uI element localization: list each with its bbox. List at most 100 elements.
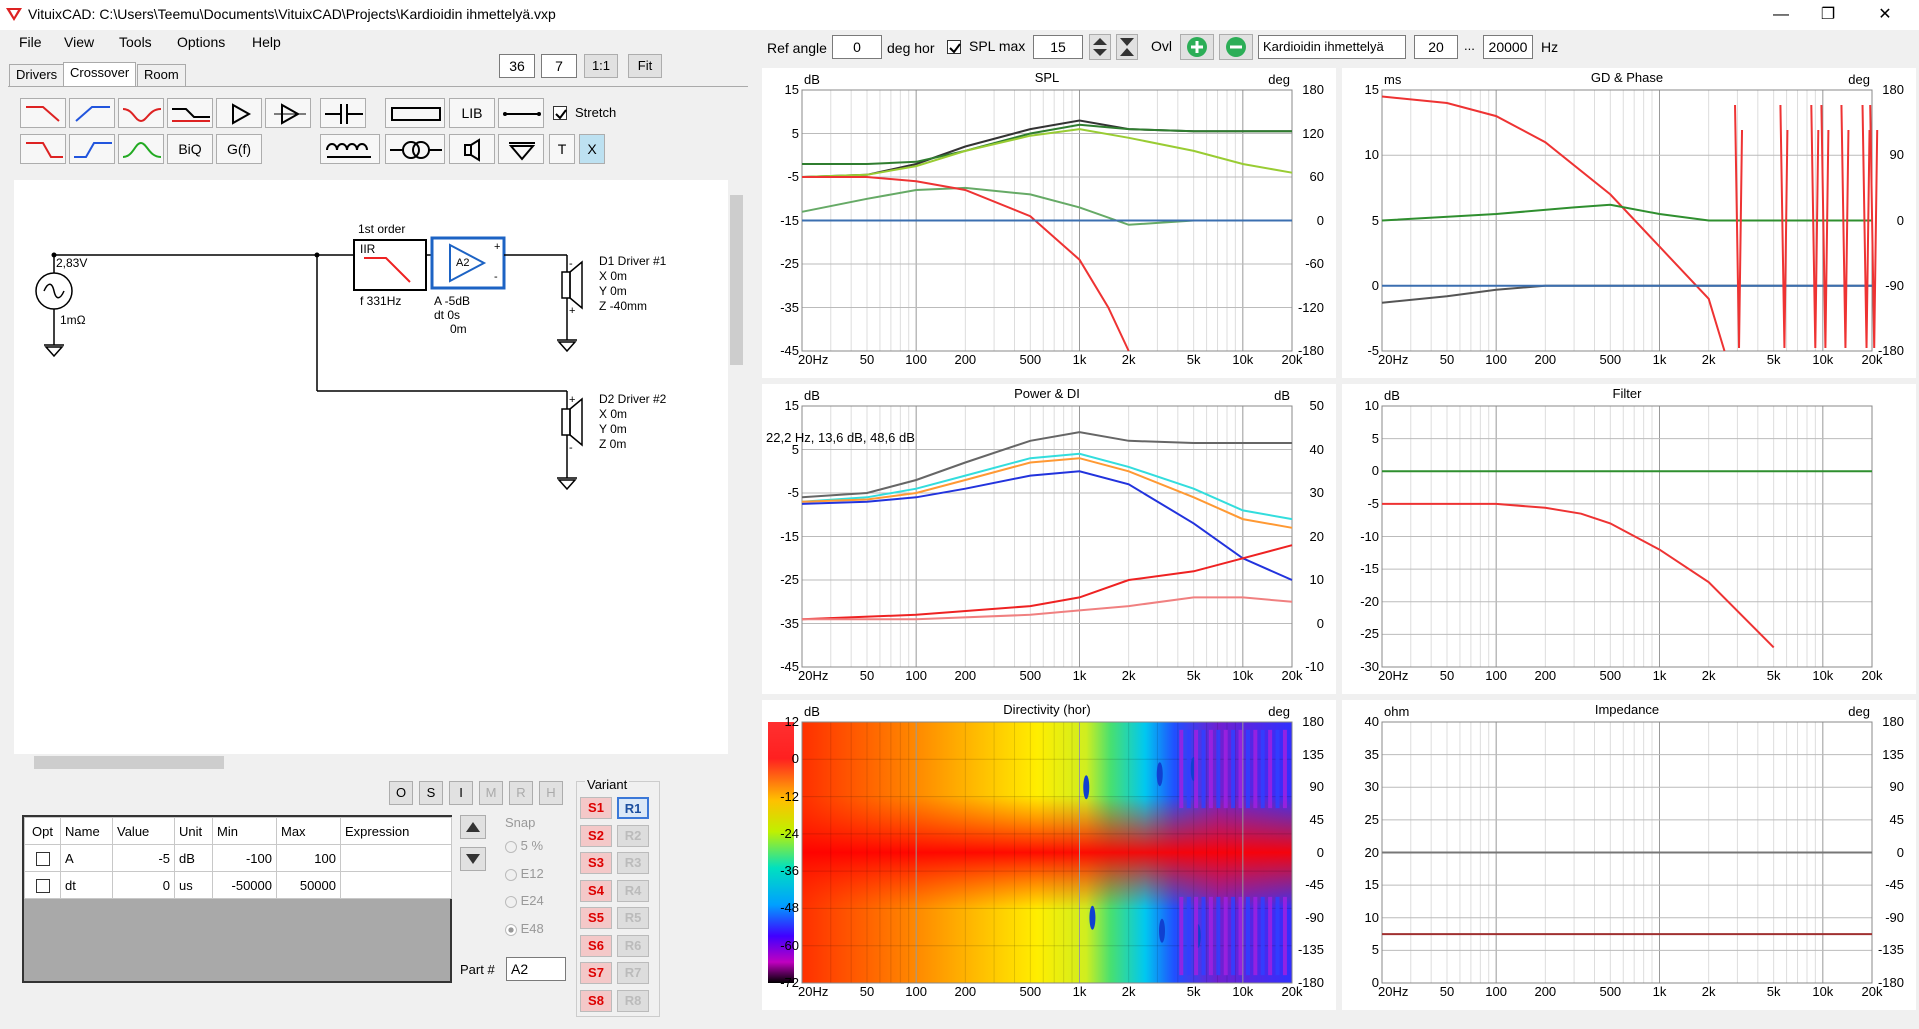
- bandpass-green-tool[interactable]: [118, 134, 164, 164]
- move-down-button[interactable]: [460, 847, 486, 871]
- remove-overlay-button[interactable]: [1219, 34, 1253, 60]
- stretch-checkbox[interactable]: [553, 106, 567, 120]
- variant-s1[interactable]: S1: [580, 797, 612, 819]
- h-button[interactable]: H: [539, 781, 563, 805]
- value-cell[interactable]: 0: [112, 871, 175, 899]
- directivity-graph[interactable]: Directivity (hor) dB deg 12 0 -12 -24 -36 -48 -60…: [762, 700, 1336, 1010]
- variant-s6[interactable]: S6: [580, 934, 612, 957]
- zoom-value-2[interactable]: 7: [541, 54, 577, 78]
- variant-r8[interactable]: R8: [617, 989, 649, 1012]
- transfer-function-tool[interactable]: G(f): [216, 134, 262, 164]
- biquad-tool[interactable]: BiQ: [167, 134, 213, 164]
- max-cell[interactable]: 50000: [276, 871, 341, 899]
- vertical-scroll-thumb[interactable]: [730, 195, 743, 365]
- variant-r4[interactable]: R4: [617, 879, 649, 902]
- variant-r5[interactable]: R5: [617, 907, 649, 929]
- minimize-button[interactable]: —: [1758, 0, 1804, 30]
- transformer-tool[interactable]: [385, 134, 445, 164]
- driver-tool[interactable]: [449, 134, 495, 164]
- i-button[interactable]: I: [449, 781, 473, 805]
- snap-option-e12[interactable]: E12: [505, 866, 544, 881]
- max-cell[interactable]: 100: [276, 844, 341, 872]
- min-cell[interactable]: -100: [212, 844, 277, 872]
- variant-s7[interactable]: S7: [580, 962, 612, 984]
- spl-max-input[interactable]: 15: [1033, 35, 1083, 59]
- variant-r6[interactable]: R6: [617, 934, 649, 957]
- gd-phase-graph[interactable]: GD & Phase ms deg 15 10 5 0 -5 180 90 0 -90 -180 20Hz…: [1342, 68, 1916, 378]
- value-cell[interactable]: -5: [112, 844, 175, 872]
- delete-tool[interactable]: X: [579, 134, 605, 164]
- spl-graph[interactable]: SPL dB deg 15 5 -5 -15 -25 -35 -45 180 120 60 0 -60 -12…: [762, 68, 1336, 378]
- horizontal-scrollbar[interactable]: [14, 754, 728, 771]
- tab-room[interactable]: Room: [137, 64, 186, 86]
- text-tool[interactable]: T: [549, 134, 575, 164]
- buffer-tool[interactable]: [265, 98, 311, 128]
- overlay-name-input[interactable]: Kardioidin ihmettelyä: [1258, 35, 1406, 59]
- one-to-one-button[interactable]: 1:1: [584, 54, 618, 78]
- add-overlay-button[interactable]: [1180, 34, 1214, 60]
- close-button[interactable]: ✕: [1862, 0, 1908, 30]
- variant-s8[interactable]: S8: [580, 989, 612, 1012]
- power-di-graph[interactable]: Power & DI dB dB 15 5 -5 -15 -25 -35 -45 50 40 30 20 1…: [762, 384, 1336, 694]
- o-button[interactable]: O: [389, 781, 413, 805]
- opt-checkbox[interactable]: [35, 878, 50, 893]
- tab-drivers[interactable]: Drivers: [9, 64, 65, 86]
- menu-file[interactable]: File: [19, 34, 42, 50]
- freq-min-input[interactable]: 20: [1414, 35, 1458, 59]
- snap-option-5[interactable]: 5 %: [505, 838, 543, 853]
- expression-cell[interactable]: [340, 871, 452, 899]
- opt-checkbox[interactable]: [35, 851, 50, 866]
- table-row[interactable]: dt 0 us -50000 50000: [24, 871, 452, 899]
- capacitor-tool[interactable]: [320, 98, 366, 128]
- resistor-tool[interactable]: [385, 98, 445, 128]
- filter-graph[interactable]: Filter dB 10 5 0 -5 -10 -15 -20 -25 -30 20Hz 50 100 20…: [1342, 384, 1916, 694]
- snap-option-e24[interactable]: E24: [505, 893, 544, 908]
- expression-cell[interactable]: [340, 844, 452, 872]
- part-input[interactable]: A2: [506, 957, 566, 981]
- bandstop-red-tool[interactable]: [118, 98, 164, 128]
- freq-max-input[interactable]: 20000: [1483, 35, 1533, 59]
- menu-tools[interactable]: Tools: [119, 34, 152, 50]
- variant-s2[interactable]: S2: [580, 824, 612, 847]
- spl-max-checkbox[interactable]: [947, 40, 961, 54]
- tab-crossover[interactable]: Crossover: [63, 62, 137, 86]
- variant-s5[interactable]: S5: [580, 907, 612, 929]
- wire-tool[interactable]: [498, 98, 544, 128]
- spl-step-button[interactable]: [1089, 34, 1111, 60]
- name-cell[interactable]: A: [60, 844, 113, 872]
- schematic-canvas[interactable]: 2,83V 1mΩ 1st order IIR f 331Hz A2 + - A…: [14, 180, 728, 754]
- snap-option-e48[interactable]: E48: [505, 921, 544, 936]
- impedance-graph[interactable]: Impedance ohm deg 40 35 30 25 20 15 10 5 0 180 135 90 4…: [1342, 700, 1916, 1010]
- library-tool[interactable]: LIB: [449, 98, 495, 128]
- restore-button[interactable]: ❐: [1805, 0, 1851, 30]
- shelf-tool[interactable]: [167, 98, 213, 128]
- variant-r2[interactable]: R2: [617, 824, 649, 847]
- variant-r3[interactable]: R3: [617, 852, 649, 874]
- name-cell[interactable]: dt: [60, 871, 113, 899]
- highpass-blue-tool-2[interactable]: [69, 134, 115, 164]
- s-button[interactable]: S: [419, 781, 443, 805]
- min-cell[interactable]: -50000: [212, 871, 277, 899]
- amplifier-tool[interactable]: [216, 98, 262, 128]
- ground-tool[interactable]: [498, 134, 544, 164]
- menu-options[interactable]: Options: [177, 34, 225, 50]
- move-up-button[interactable]: [460, 815, 486, 839]
- ref-angle-input[interactable]: 0: [832, 35, 882, 59]
- m-button[interactable]: M: [479, 781, 503, 805]
- lowpass-red-tool-2[interactable]: [20, 134, 66, 164]
- table-row[interactable]: A -5 dB -100 100: [24, 844, 452, 872]
- menu-help[interactable]: Help: [252, 34, 281, 50]
- highpass-blue-tool[interactable]: [69, 98, 115, 128]
- horizontal-scroll-thumb[interactable]: [34, 756, 224, 769]
- lowpass-red-tool[interactable]: [20, 98, 66, 128]
- variant-r7[interactable]: R7: [617, 962, 649, 984]
- amp-name[interactable]: A2: [456, 257, 469, 269]
- vertical-scrollbar[interactable]: [728, 180, 745, 754]
- opt-cell[interactable]: [24, 871, 61, 899]
- zoom-value-1[interactable]: 36: [499, 54, 535, 78]
- spl-reset-button[interactable]: [1116, 34, 1138, 60]
- menu-view[interactable]: View: [64, 34, 94, 50]
- inductor-tool[interactable]: [320, 134, 380, 164]
- fit-button[interactable]: Fit: [628, 54, 662, 78]
- variant-s4[interactable]: S4: [580, 879, 612, 902]
